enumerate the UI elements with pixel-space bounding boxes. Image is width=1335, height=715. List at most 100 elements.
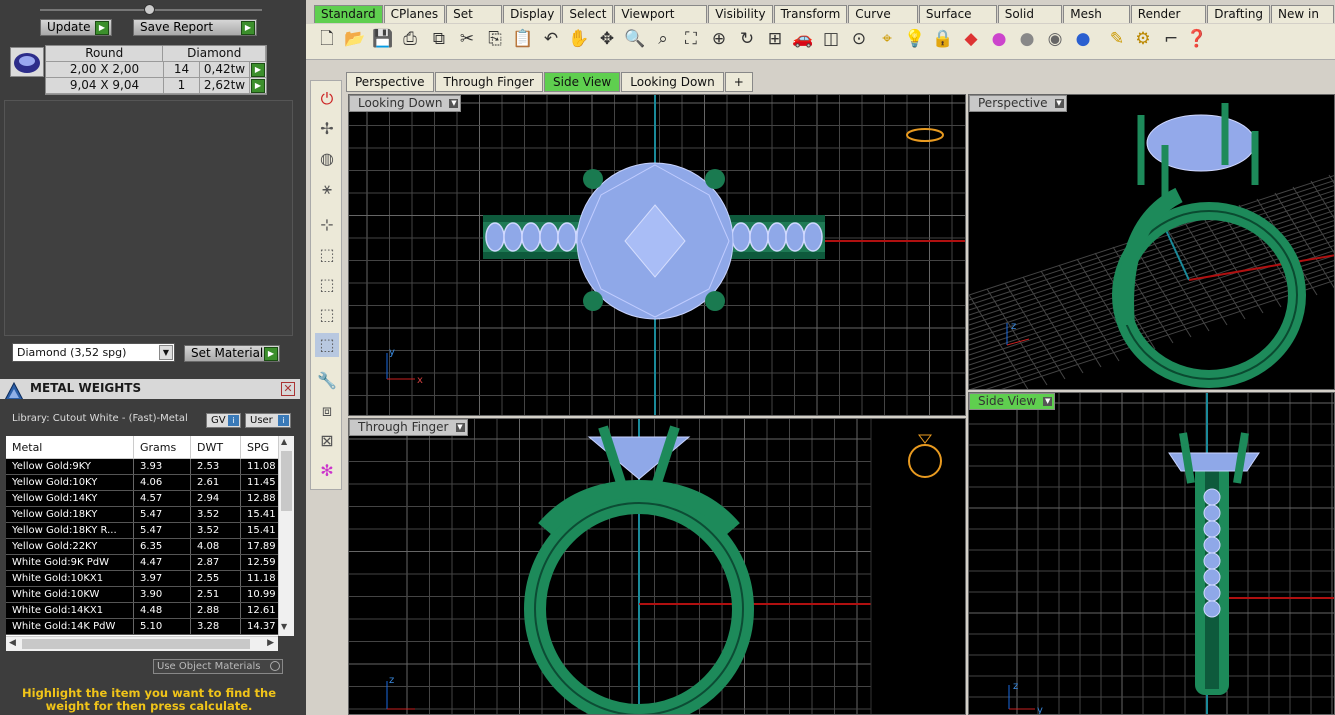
shade-sphere-icon[interactable]: ●: [1016, 28, 1038, 50]
light-bulb-icon[interactable]: 💡: [904, 28, 926, 50]
tab-mesh-tools[interactable]: Mesh Tools: [1063, 5, 1130, 38]
paste-icon[interactable]: 📋: [512, 28, 534, 50]
viewport-tab-perspective[interactable]: Perspective: [346, 72, 434, 92]
save-icon[interactable]: 💾: [372, 28, 394, 50]
color-wheel-icon[interactable]: ●: [988, 28, 1010, 50]
horizontal-scrollbar[interactable]: ◀ ▶: [6, 636, 278, 651]
tab-solid-tools[interactable]: Solid Tools: [997, 5, 1063, 38]
undo-view-icon[interactable]: ↻: [736, 28, 758, 50]
checkbox-icon[interactable]: [270, 661, 280, 671]
import-icon[interactable]: ⧉: [428, 28, 450, 50]
viewport-label[interactable]: Side View ▼: [969, 393, 1056, 410]
grid-snap-icon[interactable]: ⊙: [848, 28, 870, 50]
chevron-down-icon[interactable]: ▼: [1043, 397, 1053, 406]
vertical-scrollbar[interactable]: ▲ ▼: [278, 436, 294, 636]
material-select[interactable]: Diamond (3,52 spg) ▼: [12, 343, 175, 362]
options-icon[interactable]: ✎: [1106, 28, 1128, 50]
select-objects-icon[interactable]: ⌖: [876, 28, 898, 50]
tab-standard[interactable]: Standard: [314, 5, 383, 23]
user-button[interactable]: User i: [245, 413, 291, 428]
viewport-label[interactable]: Through Finger ▼: [349, 419, 468, 436]
save-report-button[interactable]: Save Report: [133, 19, 257, 36]
open-icon[interactable]: 📂: [344, 28, 366, 50]
zoom-extents-icon[interactable]: ⛶: [680, 28, 702, 50]
tab-viewport-layout[interactable]: Viewport Layout: [614, 5, 708, 38]
viewport-through-finger[interactable]: z Through Finger ▼: [348, 418, 966, 715]
wrench-icon[interactable]: 🔧: [315, 369, 339, 393]
table-row[interactable]: Yellow Gold:9KY 3.93 2.53 11.08: [6, 459, 294, 475]
tab-transform[interactable]: Transform: [773, 5, 848, 23]
viewport-perspective[interactable]: z Perspective ▼: [968, 94, 1335, 390]
gear-icon[interactable]: ⚙: [1132, 28, 1154, 50]
scroll-right-icon[interactable]: ▶: [267, 638, 274, 648]
col-dwt[interactable]: DWT: [191, 436, 241, 458]
axes-icon[interactable]: ⊹: [315, 213, 339, 237]
close-icon[interactable]: ✕: [281, 382, 295, 396]
cube-front-icon[interactable]: ⬚: [315, 273, 339, 297]
gem-table-row[interactable]: 2,00 X 2,00 14 0,42tw: [46, 62, 266, 78]
viewport-label[interactable]: Looking Down ▼: [349, 95, 462, 112]
cube-persp-icon[interactable]: ⬚: [315, 333, 339, 357]
table-row[interactable]: White Gold:14K PdW 5.10 3.28 14.37: [6, 619, 294, 635]
network-icon[interactable]: ⚹: [315, 177, 339, 201]
table-row[interactable]: Yellow Gold:18KY 5.47 3.52 15.41: [6, 507, 294, 523]
table-row[interactable]: White Gold:14KX1 4.48 2.88 12.61: [6, 603, 294, 619]
copy-icon[interactable]: ⎘: [484, 28, 506, 50]
transform-icon[interactable]: ⧈: [315, 399, 339, 423]
viewport-label[interactable]: Perspective ▼: [969, 95, 1067, 112]
scroll-down-icon[interactable]: ▼: [281, 622, 287, 631]
snap-icon[interactable]: ⌐: [1160, 28, 1182, 50]
save-report-go-icon[interactable]: ▶: [241, 21, 255, 35]
table-row[interactable]: White Gold:10KW 3.90 2.51 10.99: [6, 587, 294, 603]
rotate-view-icon[interactable]: ✥: [596, 28, 618, 50]
table-row[interactable]: Yellow Gold:10KY 4.06 2.61 11.45: [6, 475, 294, 491]
cube-icon[interactable]: ⬚: [315, 243, 339, 267]
print-icon[interactable]: ⎙: [399, 28, 421, 50]
globe-icon[interactable]: ◍: [315, 147, 339, 171]
gem-table-row[interactable]: 9,04 X 9,04 1 2,62tw: [46, 78, 266, 94]
undo-icon[interactable]: ↶: [540, 28, 562, 50]
plugin-gear-icon[interactable]: ✻: [315, 459, 339, 483]
chevron-down-icon[interactable]: ▼: [455, 423, 465, 432]
zoom-icon[interactable]: 🔍: [624, 28, 646, 50]
update-go-icon[interactable]: ▶: [95, 21, 109, 35]
chevron-down-icon[interactable]: ▼: [1054, 99, 1064, 108]
tab-display[interactable]: Display: [503, 5, 562, 23]
tab-curve-tools[interactable]: Curve Tools: [848, 5, 918, 38]
pan-icon[interactable]: ✋: [568, 28, 590, 50]
gem-row-go-icon[interactable]: ▶: [251, 79, 265, 93]
four-viewports-icon[interactable]: ⊞: [764, 28, 786, 50]
scroll-up-icon[interactable]: ▲: [281, 437, 287, 446]
tab-surface-tools[interactable]: Surface Tools: [918, 5, 997, 38]
gem-row-go-icon[interactable]: ▶: [251, 63, 265, 77]
set-material-go-icon[interactable]: ▶: [264, 347, 278, 361]
tab-select[interactable]: Select: [562, 5, 614, 23]
col-spg[interactable]: SPG: [241, 436, 280, 458]
help-icon[interactable]: ❓: [1186, 28, 1208, 50]
slider-knob[interactable]: [144, 4, 155, 15]
scroll-thumb[interactable]: [22, 639, 250, 649]
scroll-thumb[interactable]: [281, 451, 292, 511]
col-grams[interactable]: Grams: [134, 436, 191, 458]
viewport-tab-side-view[interactable]: Side View: [544, 72, 621, 92]
new-icon[interactable]: 🗋: [316, 28, 338, 50]
zoom-selected-icon[interactable]: ⊕: [708, 28, 730, 50]
viewport-side-view[interactable]: z y Side View ▼: [968, 392, 1335, 715]
cube-right-icon[interactable]: ⬚: [315, 303, 339, 327]
tab-new-in-v5[interactable]: New in V5: [1271, 5, 1334, 38]
chevron-down-icon[interactable]: ▼: [159, 345, 173, 360]
triad-icon[interactable]: ✢: [315, 117, 339, 141]
chevron-down-icon[interactable]: ▼: [449, 99, 459, 108]
table-row[interactable]: Yellow Gold:14KY 4.57 2.94 12.88: [6, 491, 294, 507]
render-icon[interactable]: ●: [1072, 28, 1094, 50]
zoom-window-icon[interactable]: ⌕: [652, 28, 674, 50]
table-row[interactable]: White Gold:9K PdW 4.47 2.87 12.59: [6, 555, 294, 571]
use-object-materials-checkbox[interactable]: Use Object Materials: [153, 659, 283, 674]
lock-icon[interactable]: 🔒: [932, 28, 954, 50]
close-box-icon[interactable]: ⊠: [315, 429, 339, 453]
power-icon[interactable]: ⏻: [315, 87, 339, 111]
gv-button[interactable]: GV i: [206, 413, 241, 428]
table-row[interactable]: White Gold:10KX1 3.97 2.55 11.18: [6, 571, 294, 587]
col-metal[interactable]: Metal: [6, 436, 134, 458]
scroll-left-icon[interactable]: ◀: [9, 638, 16, 648]
